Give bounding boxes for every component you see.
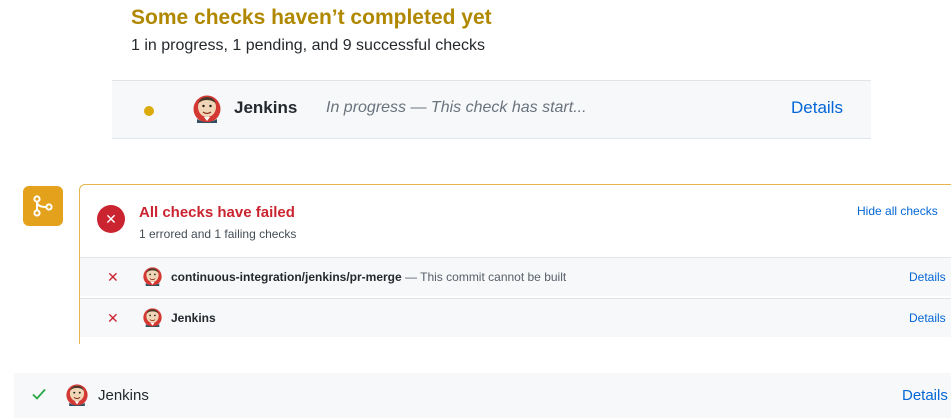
check-name: Jenkins bbox=[171, 311, 216, 325]
check-description: This commit cannot be built bbox=[420, 270, 567, 284]
jenkins-avatar-icon bbox=[66, 384, 88, 406]
check-label: continuous-integration/jenkins/pr-merge … bbox=[171, 270, 566, 284]
check-description: In progress — This check has start... bbox=[326, 99, 587, 116]
jenkins-avatar-icon bbox=[143, 308, 162, 327]
failed-checks-summary: 1 errored and 1 failing checks bbox=[139, 227, 297, 241]
x-circle-icon: ✕ bbox=[97, 205, 125, 233]
git-merge-icon bbox=[23, 186, 63, 226]
check-row-jenkins-failed: ✕ Jenkins Details bbox=[80, 298, 951, 337]
details-link[interactable]: Details bbox=[902, 387, 948, 404]
details-link[interactable]: Details bbox=[791, 98, 843, 118]
check-name: Jenkins bbox=[234, 98, 298, 117]
details-link[interactable]: Details bbox=[909, 311, 946, 325]
failed-checks-header: ✕ All checks have failed 1 errored and 1… bbox=[80, 185, 951, 257]
jenkins-avatar-icon bbox=[193, 95, 221, 123]
x-icon: ✕ bbox=[107, 269, 119, 285]
details-link[interactable]: Details bbox=[909, 270, 946, 284]
check-name: continuous-integration/jenkins/pr-merge bbox=[171, 270, 402, 284]
check-row-jenkins-in-progress: Jenkins In progress — This check has sta… bbox=[112, 80, 871, 139]
check-separator: — bbox=[401, 270, 421, 284]
hide-all-checks-link[interactable]: Hide all checks bbox=[857, 204, 938, 218]
check-row-jenkins-success: Jenkins Details bbox=[14, 373, 951, 418]
failed-checks-panel: ✕ All checks have failed 1 errored and 1… bbox=[79, 184, 951, 344]
failed-checks-title: All checks have failed bbox=[139, 204, 295, 221]
check-name: Jenkins bbox=[98, 387, 149, 404]
check-row-pr-merge: ✕ continuous-integration/jenkins/pr-merg… bbox=[80, 257, 951, 296]
pending-checks-title: Some checks haven’t completed yet bbox=[131, 6, 492, 29]
pending-checks-summary: 1 in progress, 1 pending, and 9 successf… bbox=[131, 37, 485, 54]
pending-dot-icon bbox=[144, 106, 154, 116]
check-icon bbox=[32, 388, 46, 400]
jenkins-avatar-icon bbox=[143, 267, 162, 286]
x-icon: ✕ bbox=[107, 310, 119, 326]
